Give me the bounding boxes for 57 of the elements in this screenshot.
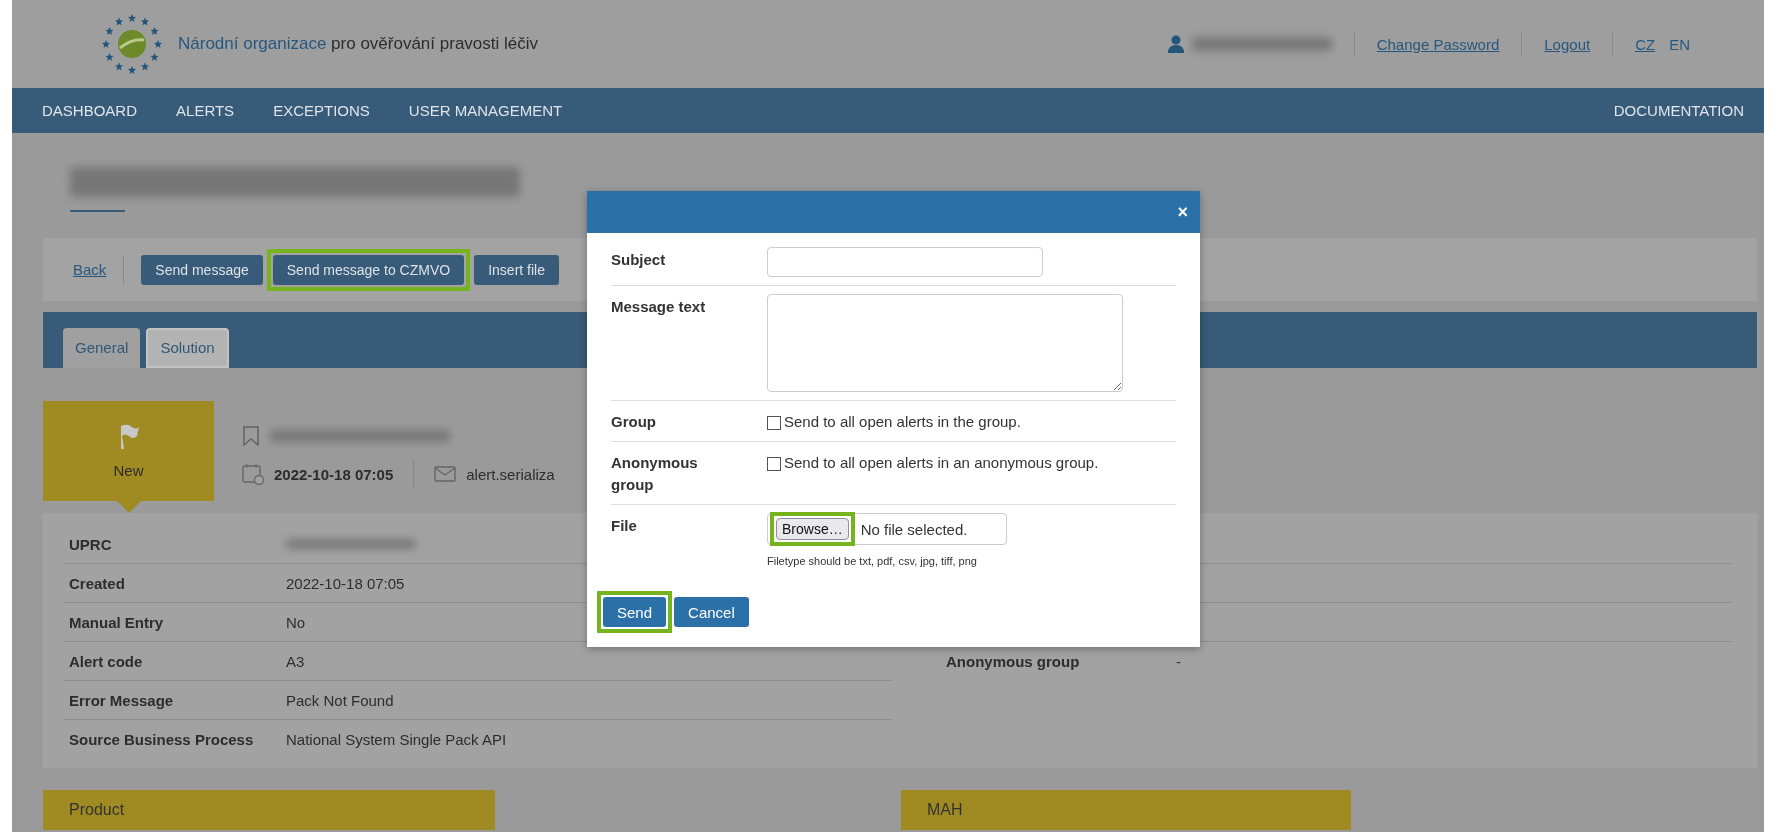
alert-email: alert.serializa: [466, 465, 555, 483]
close-button[interactable]: ×: [1177, 201, 1188, 223]
detail-label: Manual Entry: [69, 613, 165, 631]
calendar-icon: [242, 463, 264, 485]
field-label: Anonymous group: [611, 453, 699, 495]
file-hint: Filetype should be txt, pdf, csv, jpg, tiff, png: [767, 555, 978, 567]
detail-value: Pack Not Found: [286, 691, 395, 709]
logo-icon: [100, 12, 164, 76]
field-label: File: [611, 516, 638, 536]
field-label: Message text: [611, 297, 707, 317]
language-link[interactable]: EN: [1669, 35, 1690, 53]
bookmark-icon: [242, 426, 260, 446]
nav-item[interactable]: DOCUMENTATION: [1613, 102, 1744, 119]
message-field[interactable]: [767, 294, 1123, 392]
tab[interactable]: General: [63, 328, 141, 368]
checkbox[interactable]: [767, 416, 781, 430]
tab[interactable]: Solution: [146, 328, 229, 368]
mail-icon: [434, 466, 457, 482]
nav-item[interactable]: ALERTS: [176, 102, 235, 119]
subject-field[interactable]: [767, 247, 1043, 277]
section-header: MAH: [901, 790, 1351, 830]
header-link[interactable]: Logout: [1544, 35, 1591, 53]
detail-label: Source Business Process: [69, 730, 255, 748]
section-header: Product: [43, 790, 495, 830]
detail-value: National System Single Pack API: [286, 730, 508, 748]
nav-item[interactable]: USER MANAGEMENT: [408, 102, 563, 119]
detail-label: UPRC: [69, 535, 113, 553]
dialog-button[interactable]: Cancel: [674, 597, 749, 627]
language-link[interactable]: CZ: [1635, 35, 1656, 53]
detail-value: A3: [286, 652, 306, 670]
detail-label: Anonymous group: [946, 652, 1081, 670]
detail-value: -: [1176, 652, 1182, 670]
field-label: Group: [611, 412, 657, 432]
checkbox-label: Send to all open alerts in an anonymous group.: [784, 453, 1099, 473]
user-icon: [1167, 35, 1184, 53]
file-status: No file selected.: [860, 520, 968, 538]
detail-label: Alert code: [69, 652, 144, 670]
toolbar-button[interactable]: Send message to CZMVO: [272, 254, 465, 285]
checkbox-label: Send to all open alerts in the group.: [784, 412, 1021, 432]
detail-value: 2022-10-18 07:05: [286, 574, 406, 592]
checkbox[interactable]: [767, 457, 781, 471]
organization-name: Národní organizace pro ověřování pravosti léčiv: [178, 34, 539, 54]
nav-item[interactable]: EXCEPTIONS: [273, 102, 370, 119]
detail-label: Created: [69, 574, 126, 592]
detail-value: No: [286, 613, 307, 631]
status-label: New: [113, 461, 144, 479]
dialog-button[interactable]: Send: [603, 597, 667, 627]
detail-label: Error Message: [69, 691, 175, 709]
header-link[interactable]: Change Password: [1376, 35, 1500, 53]
toolbar-button[interactable]: Send message: [141, 254, 263, 285]
back-link[interactable]: Back: [73, 261, 107, 278]
nav-item[interactable]: DASHBOARD: [42, 102, 138, 119]
field-label: Subject: [611, 250, 667, 270]
browse-button[interactable]: Browse…: [776, 518, 849, 540]
alert-date: 2022-10-18 07:05: [274, 465, 394, 483]
file-field[interactable]: Browse… No file selected.: [767, 513, 1007, 545]
toolbar-button[interactable]: Insert file: [474, 254, 559, 285]
